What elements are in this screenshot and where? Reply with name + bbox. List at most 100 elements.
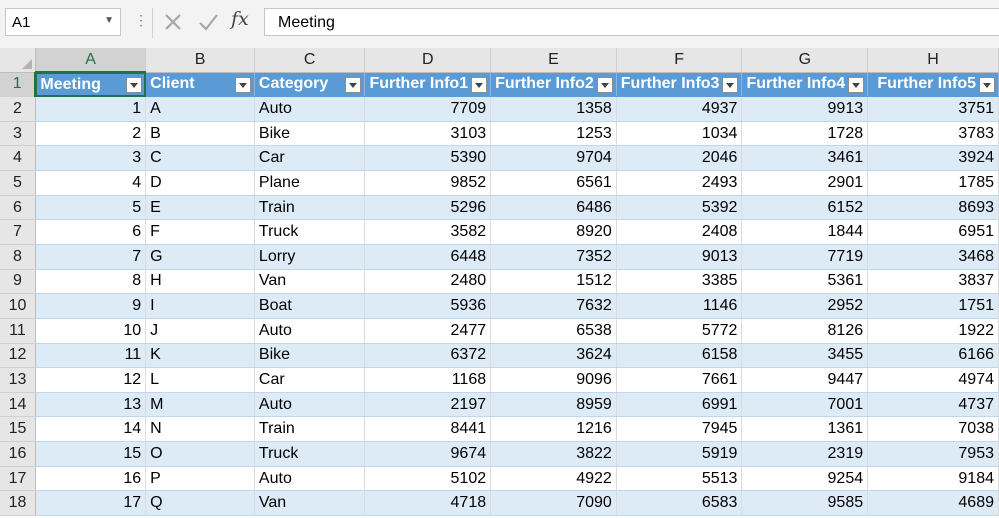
table-cell[interactable]: 2477 [364,318,492,344]
filter-dropdown-icon[interactable] [126,77,143,93]
table-cell[interactable]: 9096 [490,367,617,393]
table-cell[interactable]: 5772 [616,318,743,344]
table-cell[interactable]: Train [254,416,366,443]
table-cell[interactable]: O [145,441,255,467]
table-cell[interactable]: 8693 [867,195,999,221]
table-cell[interactable]: 9704 [490,145,617,172]
table-cell[interactable]: Car [254,145,366,172]
table-cell[interactable]: G [145,244,255,270]
table-cell[interactable]: 5390 [364,145,492,172]
row-header[interactable]: 17 [0,466,36,492]
table-cell[interactable]: N [145,416,255,443]
table-header-cell[interactable]: Further Info5 [867,72,999,98]
filter-dropdown-icon[interactable] [596,76,613,93]
filter-dropdown-icon[interactable] [471,76,488,93]
table-cell[interactable]: 10 [35,318,147,344]
table-cell[interactable]: 9254 [741,466,869,492]
column-header[interactable]: C [254,48,366,73]
table-cell[interactable]: 6 [35,219,147,245]
table-cell[interactable]: 1358 [490,96,617,122]
table-cell[interactable]: 8920 [490,219,617,245]
table-cell[interactable]: 6951 [867,219,999,245]
table-cell[interactable]: 6166 [867,343,999,369]
table-cell[interactable]: Bike [254,343,366,369]
table-cell[interactable]: 2197 [364,392,492,418]
row-header[interactable]: 15 [0,416,36,443]
table-cell[interactable]: 6538 [490,318,617,344]
table-cell[interactable]: 9852 [364,170,492,196]
table-cell[interactable]: 5361 [741,269,869,295]
table-cell[interactable]: 14 [35,416,147,443]
insert-function-icon[interactable]: fx [231,8,249,30]
table-cell[interactable]: 7709 [364,96,492,122]
table-cell[interactable]: 5919 [616,441,743,467]
table-cell[interactable]: 9913 [741,96,869,122]
table-cell[interactable]: 9 [35,293,147,319]
table-cell[interactable]: 1146 [616,293,743,319]
row-header[interactable]: 3 [0,121,36,147]
table-cell[interactable]: 7953 [867,441,999,467]
row-header[interactable]: 10 [0,293,36,319]
table-cell[interactable]: Car [254,367,366,393]
table-cell[interactable]: 9013 [616,244,743,270]
table-cell[interactable]: 2319 [741,441,869,467]
table-header-cell[interactable]: Further Info4 [741,72,869,98]
column-header[interactable]: B [145,48,255,73]
column-header[interactable]: D [364,48,492,73]
table-cell[interactable]: 13 [35,392,147,418]
table-cell[interactable]: 7632 [490,293,617,319]
row-header[interactable]: 18 [0,490,36,517]
table-cell[interactable]: 3468 [867,244,999,270]
table-cell[interactable]: 6158 [616,343,743,369]
table-cell[interactable]: 1512 [490,269,617,295]
table-cell[interactable]: 8126 [741,318,869,344]
table-cell[interactable]: 3783 [867,121,999,147]
table-cell[interactable]: 3837 [867,269,999,295]
table-cell[interactable]: 16 [35,466,147,492]
table-cell[interactable]: 3751 [867,96,999,122]
table-cell[interactable]: 7038 [867,416,999,443]
table-cell[interactable]: 7090 [490,490,617,517]
table-cell[interactable]: 3582 [364,219,492,245]
table-cell[interactable]: 15 [35,441,147,467]
name-box[interactable]: A1 ▼ [5,8,121,36]
table-cell[interactable]: 6991 [616,392,743,418]
column-header[interactable]: H [867,48,999,73]
table-cell[interactable]: 1844 [741,219,869,245]
table-cell[interactable]: K [145,343,255,369]
table-cell[interactable]: B [145,121,255,147]
table-cell[interactable]: Lorry [254,244,366,270]
table-cell[interactable]: 6583 [616,490,743,517]
filter-dropdown-icon[interactable] [234,76,251,93]
table-cell[interactable]: 3924 [867,145,999,172]
table-header-cell[interactable]: Client [145,72,255,98]
table-cell[interactable]: 2046 [616,145,743,172]
table-cell[interactable]: 17 [35,490,147,517]
table-cell[interactable]: Van [254,490,366,517]
select-all-button[interactable] [0,48,36,73]
row-header[interactable]: 5 [0,170,36,196]
table-cell[interactable]: 2408 [616,219,743,245]
table-cell[interactable]: 1728 [741,121,869,147]
table-cell[interactable]: 1216 [490,416,617,443]
table-cell[interactable]: F [145,219,255,245]
filter-dropdown-icon[interactable] [722,76,739,93]
table-cell[interactable]: 4937 [616,96,743,122]
table-cell[interactable]: 2480 [364,269,492,295]
table-cell[interactable]: 1361 [741,416,869,443]
table-header-cell[interactable]: Further Info3 [616,72,743,98]
table-cell[interactable]: 1253 [490,121,617,147]
row-header[interactable]: 1 [0,72,37,98]
table-cell[interactable]: 5 [35,195,147,221]
table-cell[interactable]: 7 [35,244,147,270]
filter-dropdown-icon[interactable] [979,76,995,93]
row-header[interactable]: 6 [0,195,36,221]
formula-input[interactable]: Meeting [264,8,999,36]
row-header[interactable]: 14 [0,392,36,418]
table-cell[interactable]: Plane [254,170,366,196]
table-cell[interactable]: 4737 [867,392,999,418]
table-cell[interactable]: 3461 [741,145,869,172]
table-cell[interactable]: 4689 [867,490,999,517]
row-header[interactable]: 8 [0,244,36,270]
table-cell[interactable]: 6152 [741,195,869,221]
